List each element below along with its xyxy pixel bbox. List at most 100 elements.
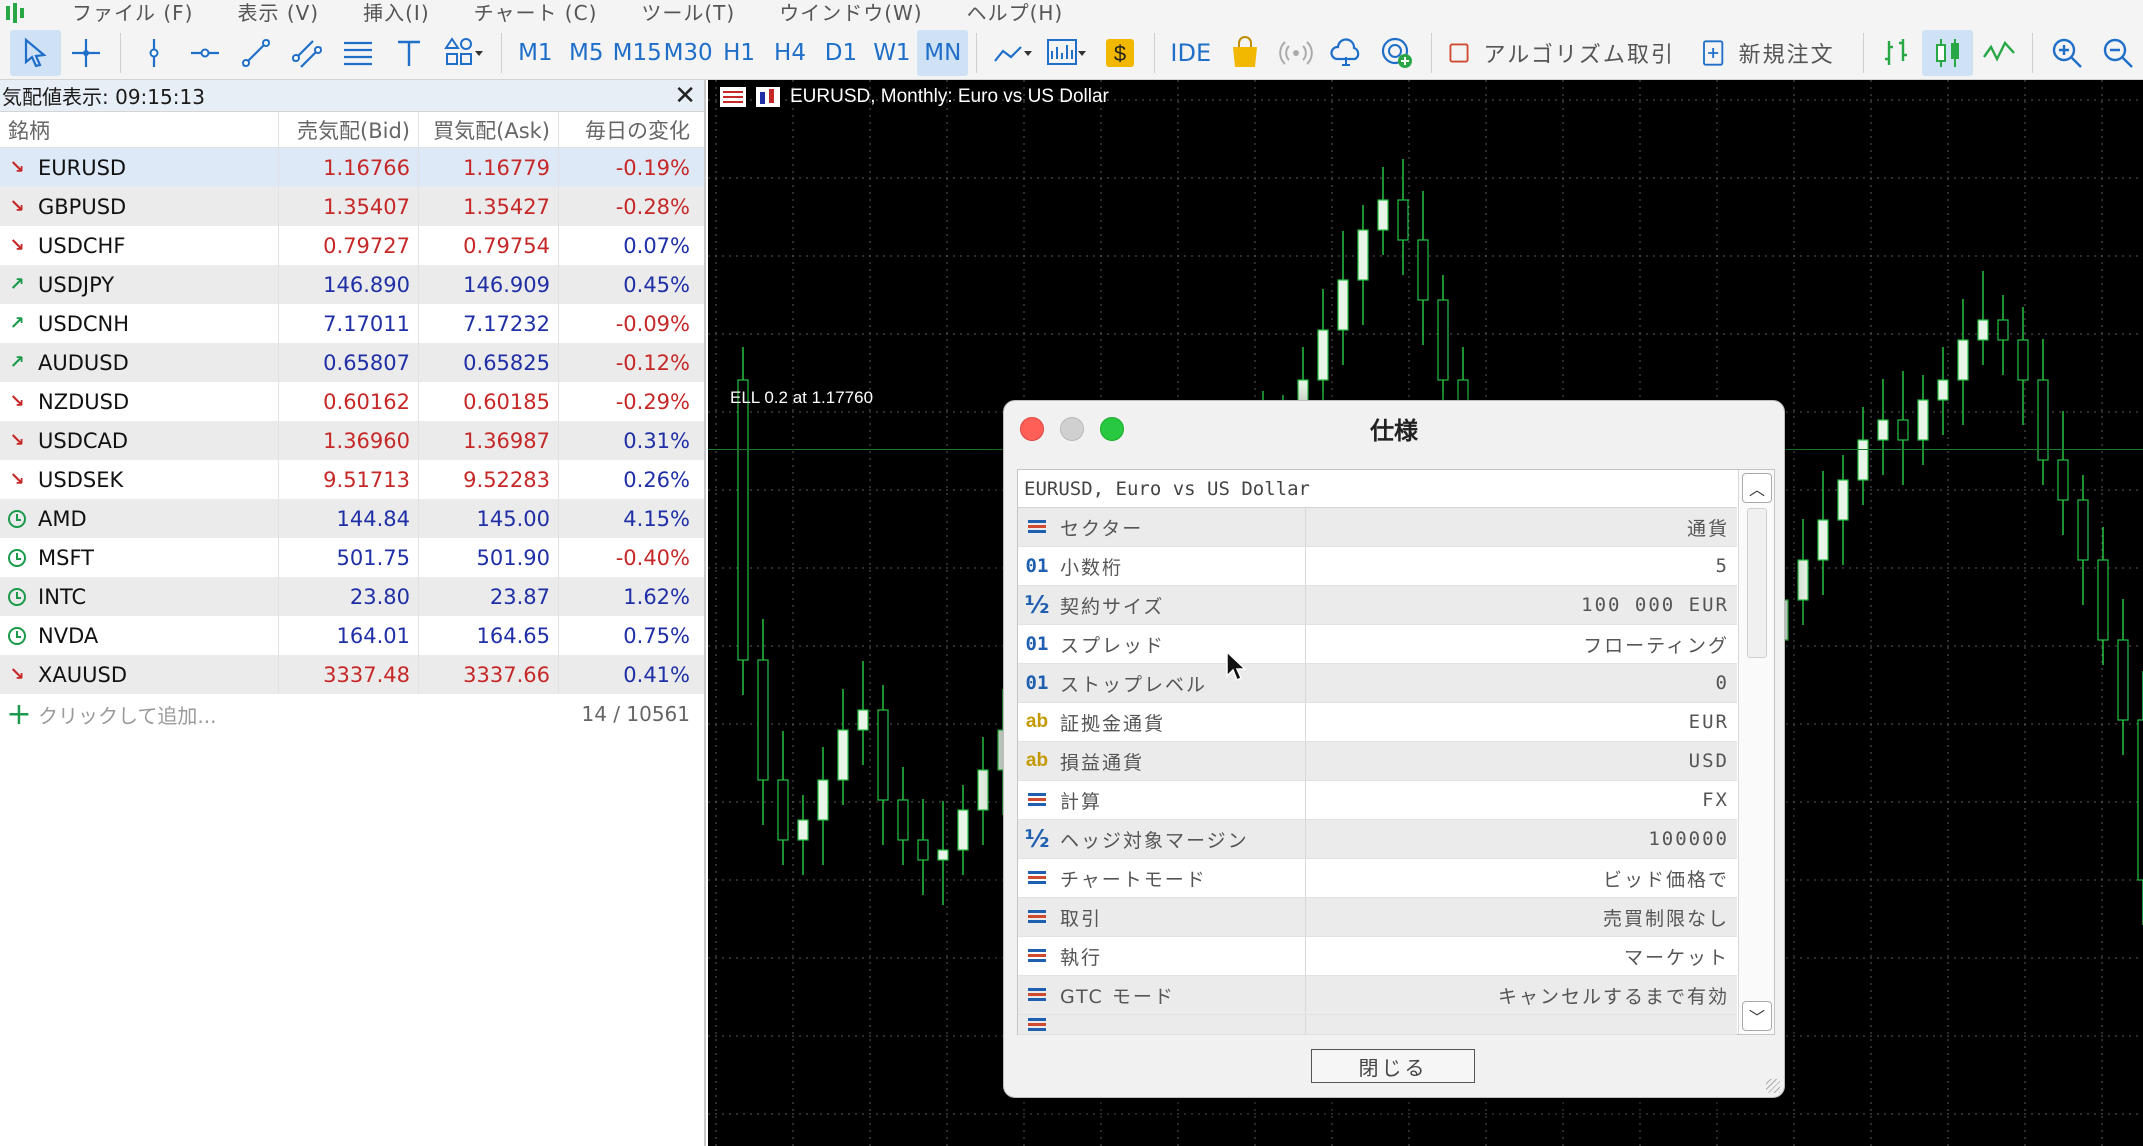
shopping-bag-icon (1232, 35, 1257, 67)
specification-scrollbar[interactable]: ︿ ﹀ (1738, 470, 1774, 1034)
new-order-icon-button[interactable] (1695, 30, 1733, 76)
timeframe-w1-button[interactable]: W1 (866, 30, 917, 76)
timeframe-d1-button[interactable]: D1 (815, 30, 866, 76)
menu-help[interactable]: ヘルプ(H) (945, 0, 1086, 26)
bar-chart-button[interactable] (1872, 30, 1923, 76)
close-window-button[interactable] (1020, 417, 1044, 441)
candle-body (1357, 229, 1369, 281)
market-watch-row[interactable]: ↘ NZDUSD 0.60162 0.60185 -0.29% (0, 382, 704, 421)
text-tool-button[interactable] (384, 30, 435, 76)
timeframe-m15-button[interactable]: M15 (612, 30, 663, 76)
scroll-up-button[interactable]: ︿ (1742, 473, 1772, 503)
market-watch-row[interactable]: ↗ AUDUSD 0.65807 0.65825 -0.12% (0, 343, 704, 382)
fibonacci-button[interactable] (333, 30, 384, 76)
market-watch-row[interactable]: ↘ USDCHF 0.79727 0.79754 0.07% (0, 226, 704, 265)
integer-icon: 01 (1025, 633, 1049, 655)
trading-button[interactable]: $ (1095, 30, 1146, 76)
market-watch-row[interactable]: ↘ USDSEK 9.51713 9.52283 0.26% (0, 460, 704, 499)
candlestick-button[interactable] (1922, 29, 1974, 76)
vertical-line-button[interactable] (129, 30, 180, 76)
horizontal-line-button[interactable] (180, 30, 231, 76)
specification-name-cell: 01 スプレッド (1018, 625, 1306, 663)
close-button[interactable]: 閉じる (1311, 1049, 1475, 1083)
arrow-up-icon: ↗ (9, 274, 25, 295)
symbol-cell: ↗ AUDUSD (0, 343, 278, 382)
bid-cell: 501.75 (278, 538, 418, 577)
menu-file[interactable]: ファイル (F) (50, 0, 215, 26)
toolbar-separator (976, 32, 978, 73)
timeframe-mn-button[interactable]: MN (917, 29, 969, 76)
crosshair-button[interactable] (61, 30, 112, 76)
minimize-window-button[interactable] (1060, 417, 1084, 441)
timeframe-m1-button[interactable]: M1 (510, 30, 561, 76)
candle-body (1937, 379, 1949, 401)
add-symbol-label[interactable]: クリックして追加... (38, 700, 581, 729)
symbol-cell: ↗ USDJPY (0, 265, 278, 304)
cursor-tool-button[interactable] (10, 29, 61, 76)
symbol-name: NZDUSD (38, 389, 130, 414)
text-type-icon: ab (1025, 711, 1049, 732)
market-watch-row[interactable]: ↗ USDCNH 7.17011 7.17232 -0.09% (0, 304, 704, 343)
daily-change-cell: 0.26% (558, 460, 704, 499)
specification-name-cell: ab 損益通貨 (1018, 742, 1306, 780)
candle-body (757, 659, 769, 781)
market-watch-row[interactable]: AMD 144.84 145.00 4.15% (0, 499, 704, 538)
market-button[interactable] (1219, 30, 1270, 76)
one-click-trading-icon[interactable] (720, 87, 746, 107)
ide-button[interactable]: IDE (1163, 30, 1220, 76)
add-symbol-row[interactable]: + クリックして追加... 14 / 10561 (0, 694, 704, 734)
vps-button[interactable] (1321, 30, 1372, 76)
menu-insert[interactable]: 挿入(I) (341, 0, 452, 26)
symbol-name: NVDA (38, 623, 99, 648)
market-watch-row[interactable]: MSFT 501.75 501.90 -0.40% (0, 538, 704, 577)
specification-row: ab 損益通貨 USD (1018, 742, 1737, 781)
candle-body (977, 769, 989, 811)
ask-cell: 0.60185 (418, 382, 558, 421)
templates-dropdown-button[interactable] (1040, 30, 1095, 76)
toolbar-separator (500, 32, 502, 73)
specification-table: EURUSD, Euro vs US Dollar セクター 通貨 01 小数桁 5 ½ 契… (1017, 469, 1775, 1035)
signals-button[interactable] (1270, 30, 1321, 76)
market-watch-row[interactable]: ↘ EURUSD 1.16766 1.16779 -0.19% (0, 148, 704, 187)
column-header-daily-change[interactable]: 毎日の変化 (558, 112, 704, 147)
zoom-out-button[interactable] (2092, 30, 2143, 76)
market-watch-row[interactable]: INTC 23.80 23.87 1.62% (0, 577, 704, 616)
market-watch-row[interactable]: ↗ USDJPY 146.890 146.909 0.45% (0, 265, 704, 304)
resize-grip-icon[interactable] (1766, 1079, 1780, 1093)
indicators-dropdown-button[interactable] (985, 30, 1040, 76)
symbol-cell: ↘ USDSEK (0, 460, 278, 499)
scroll-thumb[interactable] (1747, 508, 1767, 658)
column-header-symbol[interactable]: 銘柄 (0, 112, 278, 147)
zoom-in-button[interactable] (2041, 30, 2092, 76)
community-button[interactable] (1372, 30, 1423, 76)
timeframe-h4-button[interactable]: H4 (765, 30, 816, 76)
specification-value: EUR (1688, 711, 1729, 733)
trendline-button[interactable] (231, 30, 282, 76)
menu-view[interactable]: 表示 (V) (215, 0, 341, 26)
algo-trading-toggle[interactable] (1440, 30, 1478, 76)
zoom-window-button[interactable] (1100, 417, 1124, 441)
close-icon[interactable]: ✕ (674, 83, 696, 109)
timeframe-m5-button[interactable]: M5 (561, 30, 612, 76)
column-header-ask[interactable]: 買気配(Ask) (418, 112, 558, 147)
arrow-down-icon: ↘ (9, 196, 25, 217)
column-header-bid[interactable]: 売気配(Bid) (278, 112, 418, 147)
new-order-label[interactable]: 新規注文 (1733, 37, 1855, 69)
arrow-down-icon: ↘ (9, 235, 25, 256)
menu-tools[interactable]: ツール(T) (619, 0, 757, 26)
line-chart-button[interactable] (1973, 30, 2024, 76)
market-watch-row[interactable]: ↘ USDCAD 1.36960 1.36987 0.31% (0, 421, 704, 460)
timeframe-h1-button[interactable]: H1 (714, 30, 765, 76)
specification-row-partial (1018, 1015, 1737, 1035)
scroll-down-button[interactable]: ﹀ (1742, 1001, 1772, 1031)
algo-trading-label[interactable]: アルゴリズム取引 (1478, 37, 1695, 69)
channel-button[interactable] (282, 30, 333, 76)
market-watch-row[interactable]: NVDA 164.01 164.65 0.75% (0, 616, 704, 655)
daily-change-cell: 0.07% (558, 226, 704, 265)
shapes-dropdown-button[interactable] (434, 30, 492, 76)
timeframe-m30-button[interactable]: M30 (663, 30, 714, 76)
menu-charts[interactable]: チャート (C) (452, 0, 620, 26)
market-watch-row[interactable]: ↘ GBPUSD 1.35407 1.35427 -0.28% (0, 187, 704, 226)
market-watch-row[interactable]: ↘ XAUUSD 3337.48 3337.66 0.41% (0, 655, 704, 694)
menu-window[interactable]: ウインドウ(W) (757, 0, 944, 26)
